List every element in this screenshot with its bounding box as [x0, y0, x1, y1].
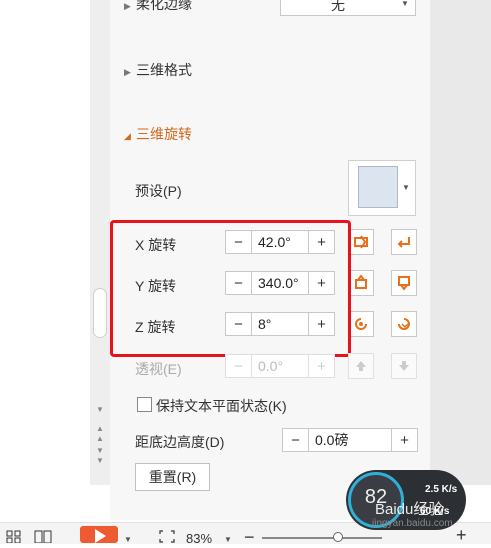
- rotate-up-icon: [355, 274, 367, 289]
- panel-sidebar: [430, 0, 491, 485]
- distance-increment-button[interactable]: +: [391, 429, 417, 451]
- highlight-box: [110, 220, 351, 357]
- 3d-format-section[interactable]: ▶ 三维格式: [124, 60, 192, 80]
- preset-swatch[interactable]: [358, 166, 398, 208]
- chevron-down-icon: ▼: [401, 0, 409, 8]
- distance-from-ground-label: 距底边高度(D): [135, 434, 225, 450]
- arrow-down-icon: [399, 361, 409, 371]
- rotate-left-x-button[interactable]: [348, 229, 374, 255]
- document-canvas: [0, 0, 90, 485]
- triangle-right-icon: ▶: [124, 67, 131, 77]
- triangle-right-icon: ▶: [124, 1, 131, 11]
- scroll-down-icon[interactable]: ▼: [94, 405, 106, 415]
- soft-edge-dropdown[interactable]: 无 ▼: [280, 0, 416, 16]
- perspective-stepper: − 0.0° +: [225, 354, 335, 378]
- keep-text-flat-label: 保持文本平面状态(K): [156, 398, 287, 414]
- page-up-icon[interactable]: ▲ ▲: [94, 424, 106, 444]
- perspective-input: 0.0°: [258, 358, 284, 374]
- soft-edge-label: 柔化边缘: [136, 0, 192, 12]
- reset-button[interactable]: 重置(R): [135, 463, 210, 491]
- play-icon: [95, 529, 106, 543]
- zoom-out-button[interactable]: −: [244, 527, 255, 548]
- keep-text-flat-checkbox[interactable]: [137, 397, 152, 412]
- rotate-clockwise-z-button[interactable]: [391, 311, 417, 337]
- rotate-clockwise-icon: [398, 318, 410, 330]
- page-down-icon[interactable]: ▼ ▼: [94, 446, 106, 466]
- fit-window-icon[interactable]: [159, 530, 175, 543]
- distance-input[interactable]: 0.0磅: [309, 429, 391, 451]
- rotate-left-icon: [354, 235, 368, 249]
- watermark: Baidu经验: [375, 501, 444, 518]
- rotate-right-icon: [397, 237, 410, 248]
- rotate-down-icon: [398, 276, 410, 291]
- soft-edge-section[interactable]: ▶ 柔化边缘: [124, 0, 192, 14]
- narrow-perspective-button: [348, 353, 374, 379]
- play-slideshow-button[interactable]: [80, 526, 118, 543]
- grid-view-icon[interactable]: [6, 530, 22, 544]
- perspective-increment-button: +: [308, 355, 334, 377]
- zoom-slider-thumb[interactable]: [333, 532, 343, 542]
- arrow-up-icon: [356, 361, 366, 371]
- 3d-format-label: 三维格式: [136, 62, 192, 78]
- preset-label: 预设(P): [135, 183, 182, 199]
- watermark-url: jingyan.baidu.com: [372, 518, 453, 529]
- rotate-counterclockwise-z-button[interactable]: [348, 311, 374, 337]
- rotate-up-y-button[interactable]: [348, 270, 374, 296]
- zoom-slider-track[interactable]: [262, 537, 382, 539]
- perspective-decrement-button: −: [226, 355, 252, 377]
- soft-edge-value: 无: [331, 0, 345, 13]
- rotate-counterclockwise-icon: [355, 318, 367, 330]
- rotate-right-x-button[interactable]: [391, 229, 417, 255]
- chevron-down-icon[interactable]: ▼: [402, 183, 410, 192]
- scrollbar-thumb[interactable]: [93, 288, 107, 338]
- 3d-rotation-section[interactable]: ◢ 三维旋转: [124, 124, 192, 144]
- distance-decrement-button[interactable]: −: [283, 429, 309, 451]
- perspective-label: 透视(E): [135, 361, 182, 377]
- zoom-level[interactable]: 83%: [186, 531, 212, 546]
- widen-perspective-button: [391, 353, 417, 379]
- distance-from-ground-stepper[interactable]: − 0.0磅 +: [282, 428, 418, 452]
- 3d-rotation-label: 三维旋转: [136, 126, 192, 142]
- rotate-down-y-button[interactable]: [391, 270, 417, 296]
- upload-speed: 2.5 K/s: [425, 484, 458, 495]
- reading-view-icon[interactable]: [34, 530, 52, 544]
- triangle-down-icon: ◢: [124, 131, 131, 141]
